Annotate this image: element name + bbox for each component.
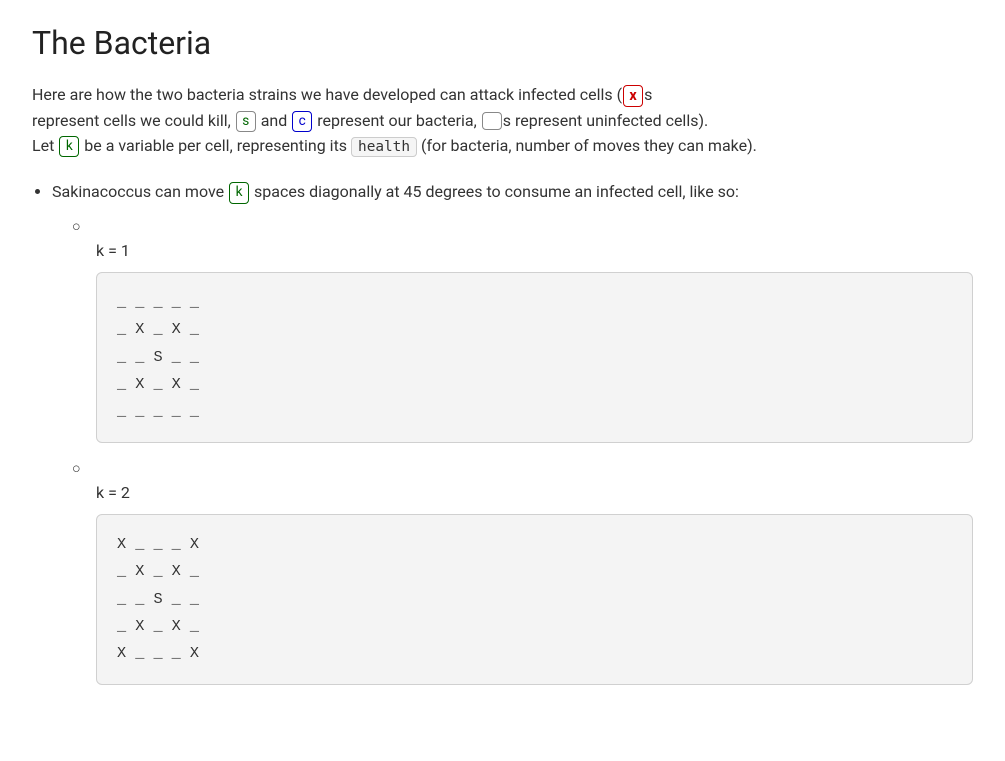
intro-text-2b: represent our bacteria, [317, 111, 477, 130]
k2-grid: X _ _ _ X _ X _ X _ _ _ S _ _ _ X _ X _ … [96, 514, 973, 685]
k2-item: k = 2 X _ _ _ X _ X _ X _ _ _ S _ _ _ X … [72, 455, 973, 685]
health-code: health [351, 137, 417, 157]
main-bullet-list: Sakinacoccus can move k spaces diagonall… [52, 179, 973, 685]
intro-paragraph: Here are how the two bacteria strains we… [32, 82, 973, 159]
intro-text-3b: be a variable per cell, representing its [84, 136, 347, 155]
k-badge-intro: k [59, 136, 79, 157]
intro-text-2a: represent cells we could kill, [32, 111, 231, 130]
bullet1-text1: Sakinacoccus can move [52, 182, 224, 201]
intro-text-1: Here are how the two bacteria strains we… [32, 85, 622, 104]
x-badge: x [623, 85, 643, 107]
intro-text-3c: (for bacteria, number of moves they can … [421, 136, 757, 155]
page-title: The Bacteria [32, 24, 973, 62]
bullet1-text2: spaces diagonally at 45 degrees to consu… [254, 182, 739, 201]
k-examples-list: k = 1 _ _ _ _ _ _ X _ X _ _ _ S _ _ _ X … [72, 213, 973, 685]
intro-text-1b: s [644, 85, 652, 104]
intro-and: and [261, 111, 288, 130]
c-badge: c [292, 111, 312, 132]
bullet-item-sakinacoccus: Sakinacoccus can move k spaces diagonall… [52, 179, 973, 685]
k1-item: k = 1 _ _ _ _ _ _ X _ X _ _ _ S _ _ _ X … [72, 213, 973, 443]
intro-text-2c: s represent uninfected cells). [503, 111, 709, 130]
k-badge-bullet: k [229, 182, 249, 203]
k2-label: k = 2 [96, 480, 973, 506]
k1-label: k = 1 [96, 238, 973, 264]
k1-grid: _ _ _ _ _ _ X _ X _ _ _ S _ _ _ X _ X _ … [96, 272, 973, 443]
s-badge: s [236, 111, 256, 132]
empty-square-badge [482, 112, 502, 130]
intro-text-3a: Let [32, 136, 54, 155]
